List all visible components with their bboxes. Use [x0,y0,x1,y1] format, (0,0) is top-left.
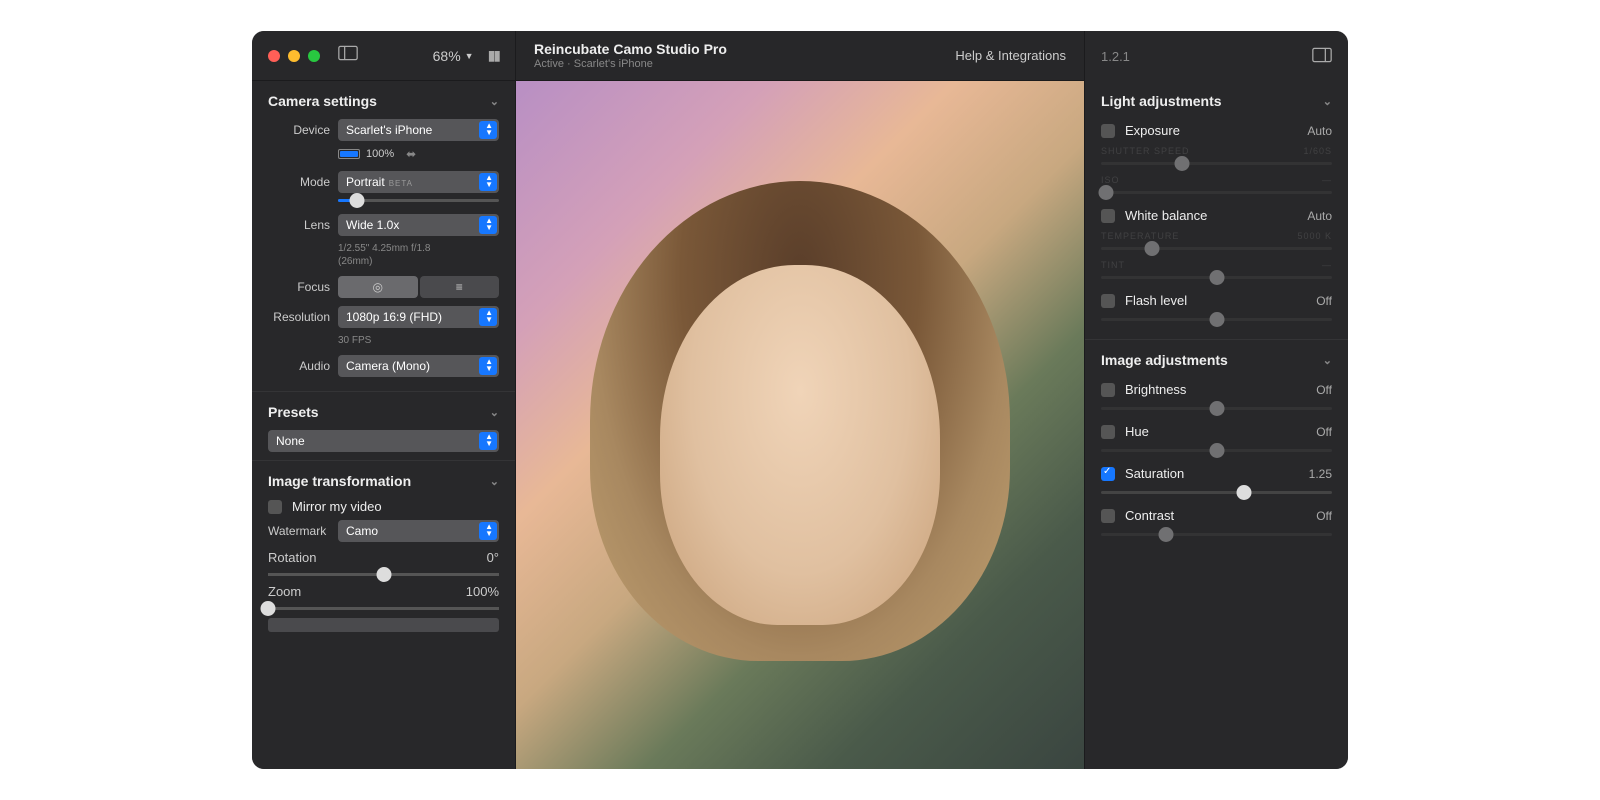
left-panel: 68% ▼ ▮▮ Camera settings ⌄ Device Scarle… [252,31,516,769]
saturation-value: 1.25 [1309,467,1332,481]
contrast-checkbox[interactable] [1101,509,1115,523]
focus-label: Focus [268,280,330,294]
exposure-checkbox[interactable] [1101,124,1115,138]
crop-area[interactable] [268,618,499,632]
maximize-window[interactable] [308,50,320,62]
saturation-slider[interactable] [1101,491,1332,494]
resolution-select[interactable]: 1080p 16:9 (FHD)▲▼ [338,306,499,328]
flash-slider[interactable] [1101,318,1332,321]
lens-label: Lens [268,218,330,232]
mode-label: Mode [268,175,330,189]
zoom-label: Zoom [268,584,301,599]
focus-auto-button[interactable]: ◎ [338,276,418,298]
center-panel: Reincubate Camo Studio Pro Active · Scar… [516,31,1084,769]
toggle-right-sidebar-icon[interactable] [1312,47,1332,66]
rotation-label: Rotation [268,550,316,565]
lens-info: 1/2.55" 4.25mm f/1.8 (26mm) [338,242,499,268]
chevron-down-icon: ⌄ [490,475,499,488]
toggle-sidebar-icon[interactable] [338,45,358,66]
section-title: Presets [268,404,319,420]
watermark-label: Watermark [268,524,330,538]
brightness-checkbox[interactable] [1101,383,1115,397]
exposure-label: Exposure [1125,123,1180,138]
mode-select[interactable]: PortraitBETA▲▼ [338,171,499,193]
temp-slider[interactable] [1101,247,1332,250]
audio-label: Audio [268,359,330,373]
section-title: Light adjustments [1101,93,1222,109]
chevron-down-icon: ⌄ [1323,354,1332,367]
watermark-select[interactable]: Camo▲▼ [338,520,499,542]
shutter-slider[interactable] [1101,162,1332,165]
brightness-value: Off [1316,383,1332,397]
image-adjustments-header[interactable]: Image adjustments ⌄ [1101,352,1332,368]
battery-icon [338,149,360,159]
wb-label: White balance [1125,208,1207,223]
minimize-window[interactable] [288,50,300,62]
help-link[interactable]: Help & Integrations [955,48,1066,63]
zoom-value: 68% [433,48,461,64]
saturation-label: Saturation [1125,466,1184,481]
hue-value: Off [1316,425,1332,439]
rotation-slider[interactable] [268,573,499,576]
close-window[interactable] [268,50,280,62]
fps-info: 30 FPS [338,334,499,347]
brightness-label: Brightness [1125,382,1186,397]
rotation-value: 0° [487,550,499,565]
version-label: 1.2.1 [1101,49,1130,64]
mode-slider[interactable] [338,199,499,202]
mirror-checkbox[interactable] [268,500,282,514]
usb-icon: ⬌ [406,147,416,161]
device-select[interactable]: Scarlet's iPhone▲▼ [338,119,499,141]
contrast-label: Contrast [1125,508,1174,523]
section-title: Image transformation [268,473,411,489]
iso-slider[interactable] [1101,191,1332,194]
wb-value: Auto [1307,209,1332,223]
chevron-down-icon: ⌄ [490,406,499,419]
focus-manual-button[interactable]: ≡ [420,276,500,298]
light-adjustments-header[interactable]: Light adjustments ⌄ [1101,93,1332,109]
video-preview [516,81,1084,769]
battery-value: 100% [366,148,394,160]
chevron-down-icon: ⌄ [490,95,499,108]
right-panel: 1.2.1 Light adjustments ⌄ Exposure Auto S… [1084,31,1348,769]
hue-label: Hue [1125,424,1149,439]
camera-settings-header[interactable]: Camera settings ⌄ [268,93,499,109]
brightness-slider[interactable] [1101,407,1332,410]
zoom-slider[interactable] [268,607,499,610]
chevron-down-icon: ⌄ [1323,95,1332,108]
zoom-value-text: 100% [466,584,499,599]
preset-select[interactable]: None▲▼ [268,430,499,452]
app-window: 68% ▼ ▮▮ Camera settings ⌄ Device Scarle… [252,31,1348,769]
app-subtitle: Active · Scarlet's iPhone [534,58,727,70]
flash-value: Off [1316,294,1332,308]
section-title: Camera settings [268,93,377,109]
pause-button[interactable]: ▮▮ [488,47,499,64]
contrast-value: Off [1316,509,1332,523]
tint-slider[interactable] [1101,276,1332,279]
device-label: Device [268,123,330,137]
app-title: Reincubate Camo Studio Pro [534,41,727,57]
hue-slider[interactable] [1101,449,1332,452]
mirror-label: Mirror my video [292,499,382,514]
wb-checkbox[interactable] [1101,209,1115,223]
exposure-value: Auto [1307,124,1332,138]
lens-select[interactable]: Wide 1.0x▲▼ [338,214,499,236]
flash-checkbox[interactable] [1101,294,1115,308]
resolution-label: Resolution [268,310,330,324]
saturation-checkbox[interactable] [1101,467,1115,481]
audio-select[interactable]: Camera (Mono)▲▼ [338,355,499,377]
zoom-dropdown[interactable]: 68% ▼ [433,48,474,64]
section-title: Image adjustments [1101,352,1228,368]
chevron-down-icon: ▼ [465,51,474,61]
hue-checkbox[interactable] [1101,425,1115,439]
contrast-slider[interactable] [1101,533,1332,536]
flash-label: Flash level [1125,293,1187,308]
presets-header[interactable]: Presets ⌄ [268,404,499,420]
transform-header[interactable]: Image transformation ⌄ [268,473,499,489]
